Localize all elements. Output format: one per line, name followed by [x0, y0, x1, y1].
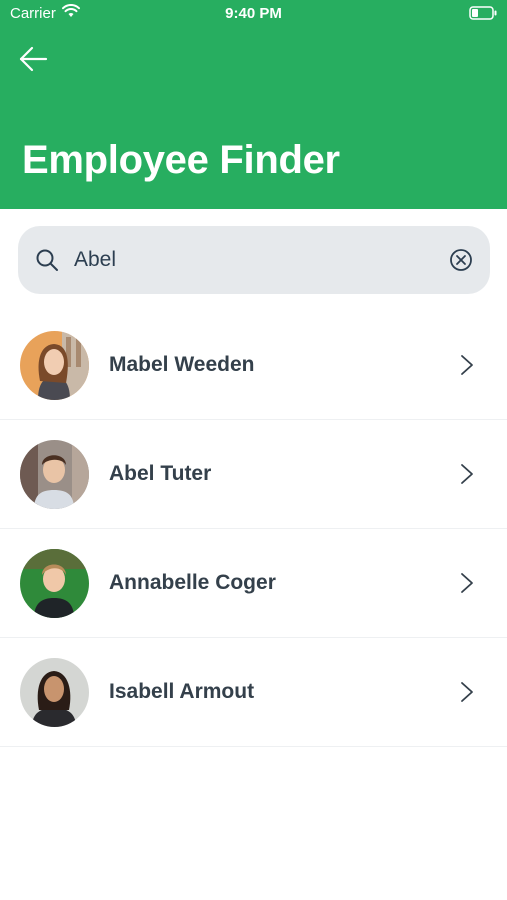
chevron-right-icon: [460, 463, 474, 490]
employee-name: Annabelle Coger: [109, 571, 276, 594]
list-item[interactable]: Mabel Weeden: [0, 311, 507, 420]
chevron-right-icon: [460, 354, 474, 381]
avatar: [20, 658, 89, 727]
chevron-right-icon: [460, 572, 474, 599]
status-time: 9:40 PM: [225, 5, 282, 22]
employee-name: Mabel Weeden: [109, 353, 255, 376]
search-bar[interactable]: [18, 226, 490, 294]
search-icon: [35, 248, 59, 277]
employee-name: Abel Tuter: [109, 462, 212, 485]
list-item[interactable]: Abel Tuter: [0, 420, 507, 529]
clear-circle-icon[interactable]: [449, 248, 473, 277]
avatar: [20, 549, 89, 618]
list-item[interactable]: Isabell Armout: [0, 638, 507, 747]
search-input[interactable]: [74, 240, 434, 280]
back-button[interactable]: [16, 42, 50, 76]
page-title: Employee Finder: [22, 138, 340, 182]
list-item[interactable]: Annabelle Coger: [0, 529, 507, 638]
app-header: Carrier 9:40 PM Employee Finder: [0, 0, 507, 209]
battery-icon: [469, 6, 497, 24]
status-bar: Carrier 9:40 PM: [0, 0, 507, 28]
avatar: [20, 440, 89, 509]
avatar: [20, 331, 89, 400]
arrow-left-icon: [19, 46, 48, 72]
employee-list: Mabel Weeden Abel Tuter Annabelle Coger …: [0, 311, 507, 747]
employee-name: Isabell Armout: [109, 680, 255, 703]
chevron-right-icon: [460, 681, 474, 708]
